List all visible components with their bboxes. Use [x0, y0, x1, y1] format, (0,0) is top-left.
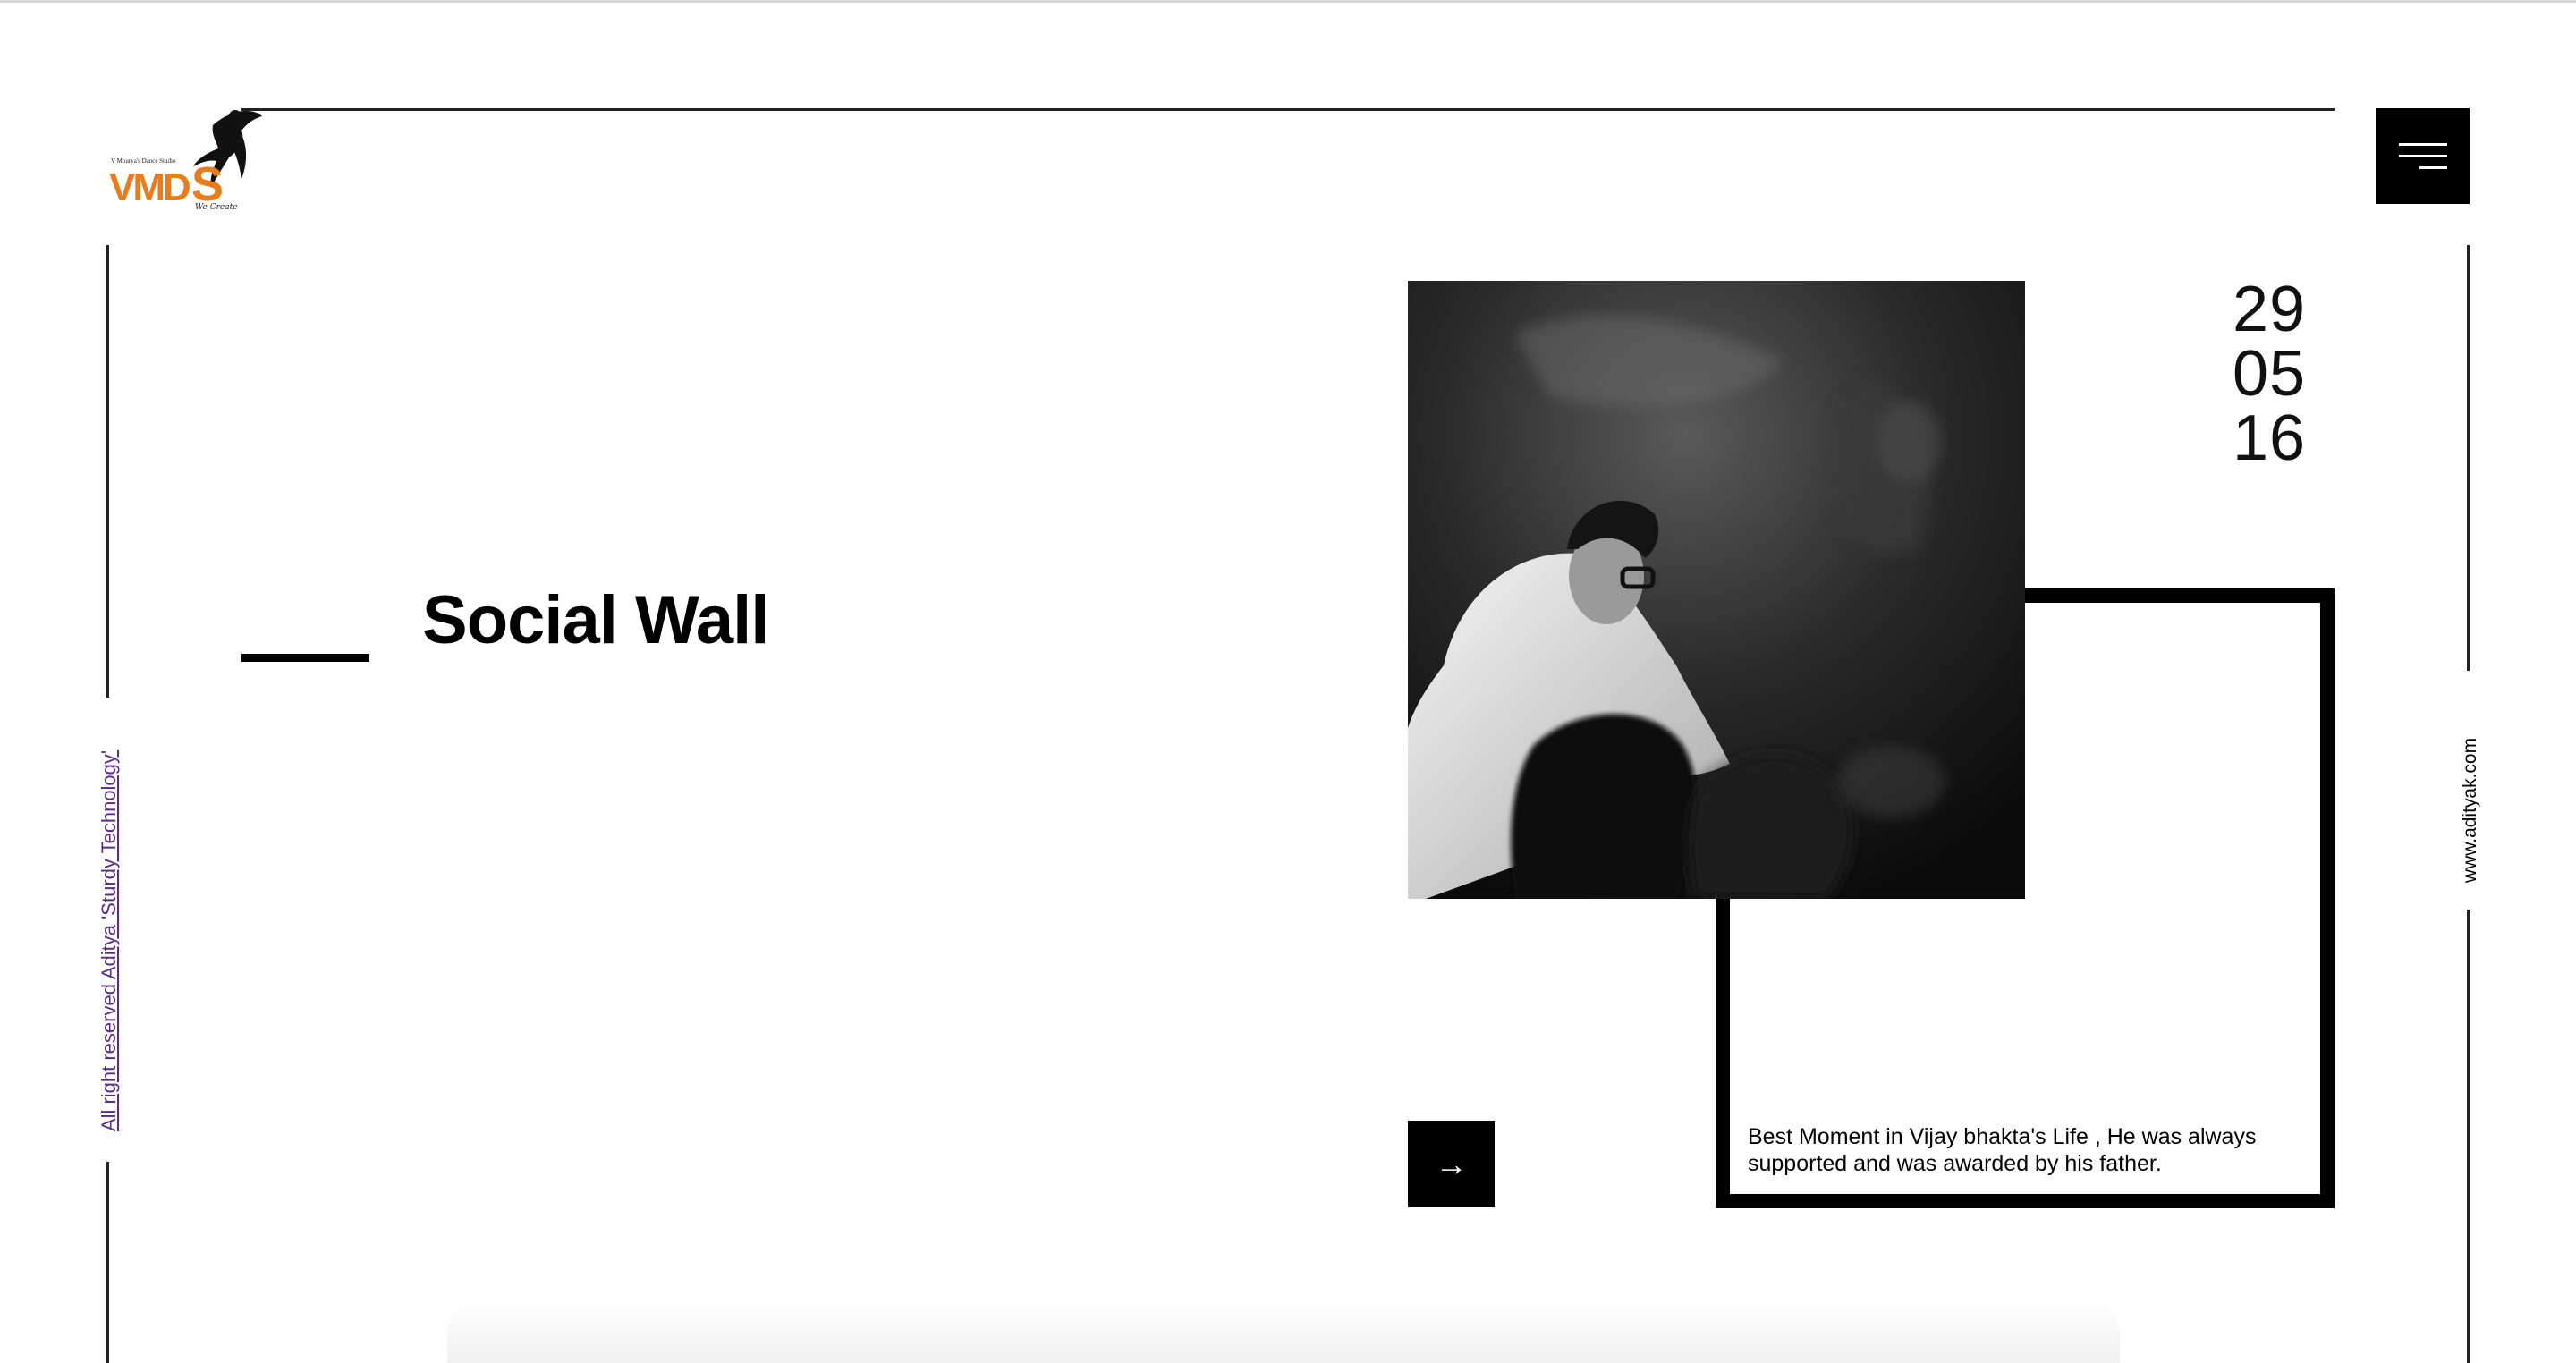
title-dash: [242, 654, 369, 662]
svg-text:VMD: VMD: [109, 165, 190, 209]
right-frame-rule-top: [2467, 245, 2470, 671]
bottom-panel-shadow: [447, 1299, 2120, 1363]
window-top-border: [0, 0, 2576, 3]
header-divider: [242, 108, 2334, 111]
svg-text:We Create: We Create: [195, 203, 238, 211]
arrow-right-icon: →: [1435, 1145, 1468, 1182]
post-caption: Best Moment in Vijay bhakta's Life , He …: [1748, 1124, 2257, 1176]
post-date: 29 05 16: [2233, 277, 2358, 470]
page-title: Social Wall: [422, 582, 769, 658]
vmds-logo[interactable]: V Mourya's Dance Studio VMD S We Create: [106, 107, 267, 211]
post-date-day: 29: [2233, 274, 2307, 345]
site-url: www.adityak.com: [2460, 737, 2480, 884]
left-frame-rule-bottom: [106, 1162, 109, 1363]
post-photo[interactable]: [1408, 281, 2025, 899]
svg-text:V Mourya's Dance Studio: V Mourya's Dance Studio: [111, 157, 176, 165]
right-frame-rule-bottom: [2467, 910, 2470, 1363]
left-frame-rule-top: [106, 245, 109, 698]
post-date-year: 16: [2233, 402, 2307, 474]
post-date-month: 05: [2233, 338, 2307, 410]
menu-button[interactable]: [2376, 108, 2470, 204]
copyright-link[interactable]: All right reserved Aditya 'Sturdy Techno…: [97, 750, 121, 1131]
next-post-button[interactable]: →: [1408, 1121, 1495, 1207]
